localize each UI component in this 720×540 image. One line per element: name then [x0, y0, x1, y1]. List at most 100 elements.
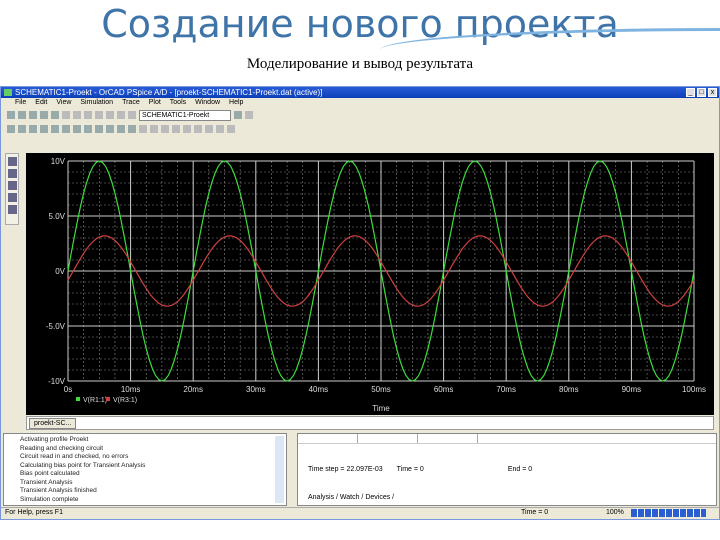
- menu-bar: File Edit View Simulation Trace Plot Too…: [1, 98, 719, 108]
- log-line: Circuit read in and checked, no errors: [20, 453, 129, 460]
- menu-view[interactable]: View: [56, 98, 71, 108]
- left-toolbar: [5, 153, 19, 225]
- title-bar: SCHEMATIC1-Proekt - OrCAD PSpice A/D - […: [1, 87, 719, 98]
- paste-icon[interactable]: [84, 111, 92, 119]
- minimize-button[interactable]: _: [686, 88, 695, 97]
- progress-bar: [631, 509, 706, 517]
- menu-trace[interactable]: Trace: [122, 98, 140, 108]
- x-tick-label: 90ms: [622, 385, 642, 394]
- status-percent: 100%: [606, 509, 624, 516]
- legend-marker: [76, 397, 80, 401]
- cursor-max-icon[interactable]: [183, 125, 191, 133]
- log-line: Activating profile Proekt: [20, 436, 89, 443]
- zoom-area-icon[interactable]: [40, 125, 48, 133]
- prev-transition-icon[interactable]: [227, 125, 235, 133]
- cursor-point-icon[interactable]: [194, 125, 202, 133]
- zoom-in-icon[interactable]: [7, 125, 15, 133]
- print-preview-icon[interactable]: [51, 111, 59, 119]
- sim-settings-icon[interactable]: [8, 157, 17, 166]
- x-tick-label: 80ms: [559, 385, 579, 394]
- log-y-icon[interactable]: [84, 125, 92, 133]
- x-tick-label: 20ms: [183, 385, 203, 394]
- maximize-button[interactable]: □: [697, 88, 706, 97]
- log-line: Reading and checking circuit: [20, 444, 104, 452]
- cursor-slope-icon[interactable]: [161, 125, 169, 133]
- x-tick-label: 70ms: [496, 385, 516, 394]
- log-scrollbar[interactable]: [275, 436, 284, 503]
- status-bar: For Help, press F1 Time = 0 100%: [1, 507, 719, 517]
- x-tick-label: 30ms: [246, 385, 266, 394]
- zoom-fit-icon[interactable]: [29, 125, 37, 133]
- y-tick-label: -10V: [48, 377, 66, 386]
- cursor-peak-icon[interactable]: [139, 125, 147, 133]
- menu-window[interactable]: Window: [195, 98, 220, 108]
- legend-label: V(R3:1): [113, 397, 137, 404]
- y-tick-label: -5.0V: [46, 322, 66, 331]
- run-icon[interactable]: [234, 111, 242, 119]
- eval-goal-icon[interactable]: [106, 125, 114, 133]
- menu-edit[interactable]: Edit: [35, 98, 47, 108]
- zoom-area-icon[interactable]: [128, 111, 136, 119]
- save-icon[interactable]: [29, 111, 37, 119]
- menu-plot[interactable]: Plot: [149, 98, 161, 108]
- copy-icon[interactable]: [73, 111, 81, 119]
- fourier-icon[interactable]: [62, 125, 70, 133]
- log-x-icon[interactable]: [51, 125, 59, 133]
- y-tick-label: 0V: [55, 267, 65, 276]
- cursor-min-icon[interactable]: [172, 125, 180, 133]
- status-help: For Help, press F1: [5, 509, 63, 516]
- output-tabs[interactable]: Analysis / Watch / Devices /: [308, 494, 394, 501]
- close-button[interactable]: x: [708, 88, 717, 97]
- log-line: Bias point calculated: [20, 470, 80, 477]
- mark-icon[interactable]: [128, 125, 136, 133]
- cut-icon[interactable]: [62, 111, 70, 119]
- log-line: Calculating bias point for Transient Ana…: [20, 461, 146, 469]
- menu-help[interactable]: Help: [229, 98, 243, 108]
- x-tick-label: 10ms: [121, 385, 141, 394]
- open-icon[interactable]: [18, 111, 26, 119]
- x-tick-label: 100ms: [682, 385, 706, 394]
- log-line: Simulation complete: [20, 495, 79, 503]
- plot-tab-strip: proekt-SC...: [26, 416, 714, 430]
- simulation-log: Activating profile Proekt Reading and che…: [3, 433, 287, 506]
- cursor-search-icon[interactable]: [205, 125, 213, 133]
- zoom-out-icon[interactable]: [18, 125, 26, 133]
- toolbar-2: [1, 122, 719, 136]
- toolbar-1: SCHEMATIC1-Proekt: [1, 108, 719, 122]
- x-axis-label: Time: [372, 404, 390, 413]
- legend-marker: [106, 397, 110, 401]
- menu-file[interactable]: File: [15, 98, 26, 108]
- log-line: Transient Analysis finished: [20, 487, 97, 494]
- bias-icon[interactable]: [8, 205, 17, 214]
- profile-select[interactable]: SCHEMATIC1-Proekt: [139, 109, 231, 121]
- redo-icon[interactable]: [106, 111, 114, 119]
- run-sim-icon[interactable]: [8, 169, 17, 178]
- pspice-window: SCHEMATIC1-Proekt - OrCAD PSpice A/D - […: [0, 86, 720, 520]
- undo-icon[interactable]: [95, 111, 103, 119]
- new-icon[interactable]: [7, 111, 15, 119]
- end-value: End = 0: [507, 466, 533, 473]
- cursor-trough-icon[interactable]: [150, 125, 158, 133]
- timestep-value: Time step = 22.097E-03: [308, 466, 383, 473]
- print-icon[interactable]: [40, 111, 48, 119]
- add-trace-icon[interactable]: [95, 125, 103, 133]
- log-lines: Activating profile Proekt Reading and che…: [20, 436, 145, 504]
- legend-label: V(R1:1): [83, 397, 107, 404]
- simulation-status-pane: Time step = 22.097E-03 Time = 0 End = 0 …: [297, 433, 717, 506]
- performance-icon[interactable]: [73, 125, 81, 133]
- menu-simulation[interactable]: Simulation: [80, 98, 113, 108]
- x-tick-label: 50ms: [371, 385, 391, 394]
- view-sim-icon[interactable]: [8, 181, 17, 190]
- x-tick-label: 40ms: [309, 385, 329, 394]
- pause-icon[interactable]: [245, 111, 253, 119]
- marker-icon[interactable]: [8, 193, 17, 202]
- slide-subtitle: Моделирование и вывод результата: [246, 56, 474, 72]
- menu-tools[interactable]: Tools: [170, 98, 186, 108]
- waveform-plot[interactable]: 0s 10ms 20ms 30ms 40ms 50ms 60ms 70ms 80ms 90ms 10…: [26, 153, 714, 415]
- next-transition-icon[interactable]: [216, 125, 224, 133]
- x-tick-label: 60ms: [434, 385, 454, 394]
- plot-tab[interactable]: proekt-SC...: [29, 418, 77, 429]
- zoom-icon[interactable]: [117, 111, 125, 119]
- status-time: Time = 0: [521, 509, 549, 516]
- cursor-icon[interactable]: [117, 125, 125, 133]
